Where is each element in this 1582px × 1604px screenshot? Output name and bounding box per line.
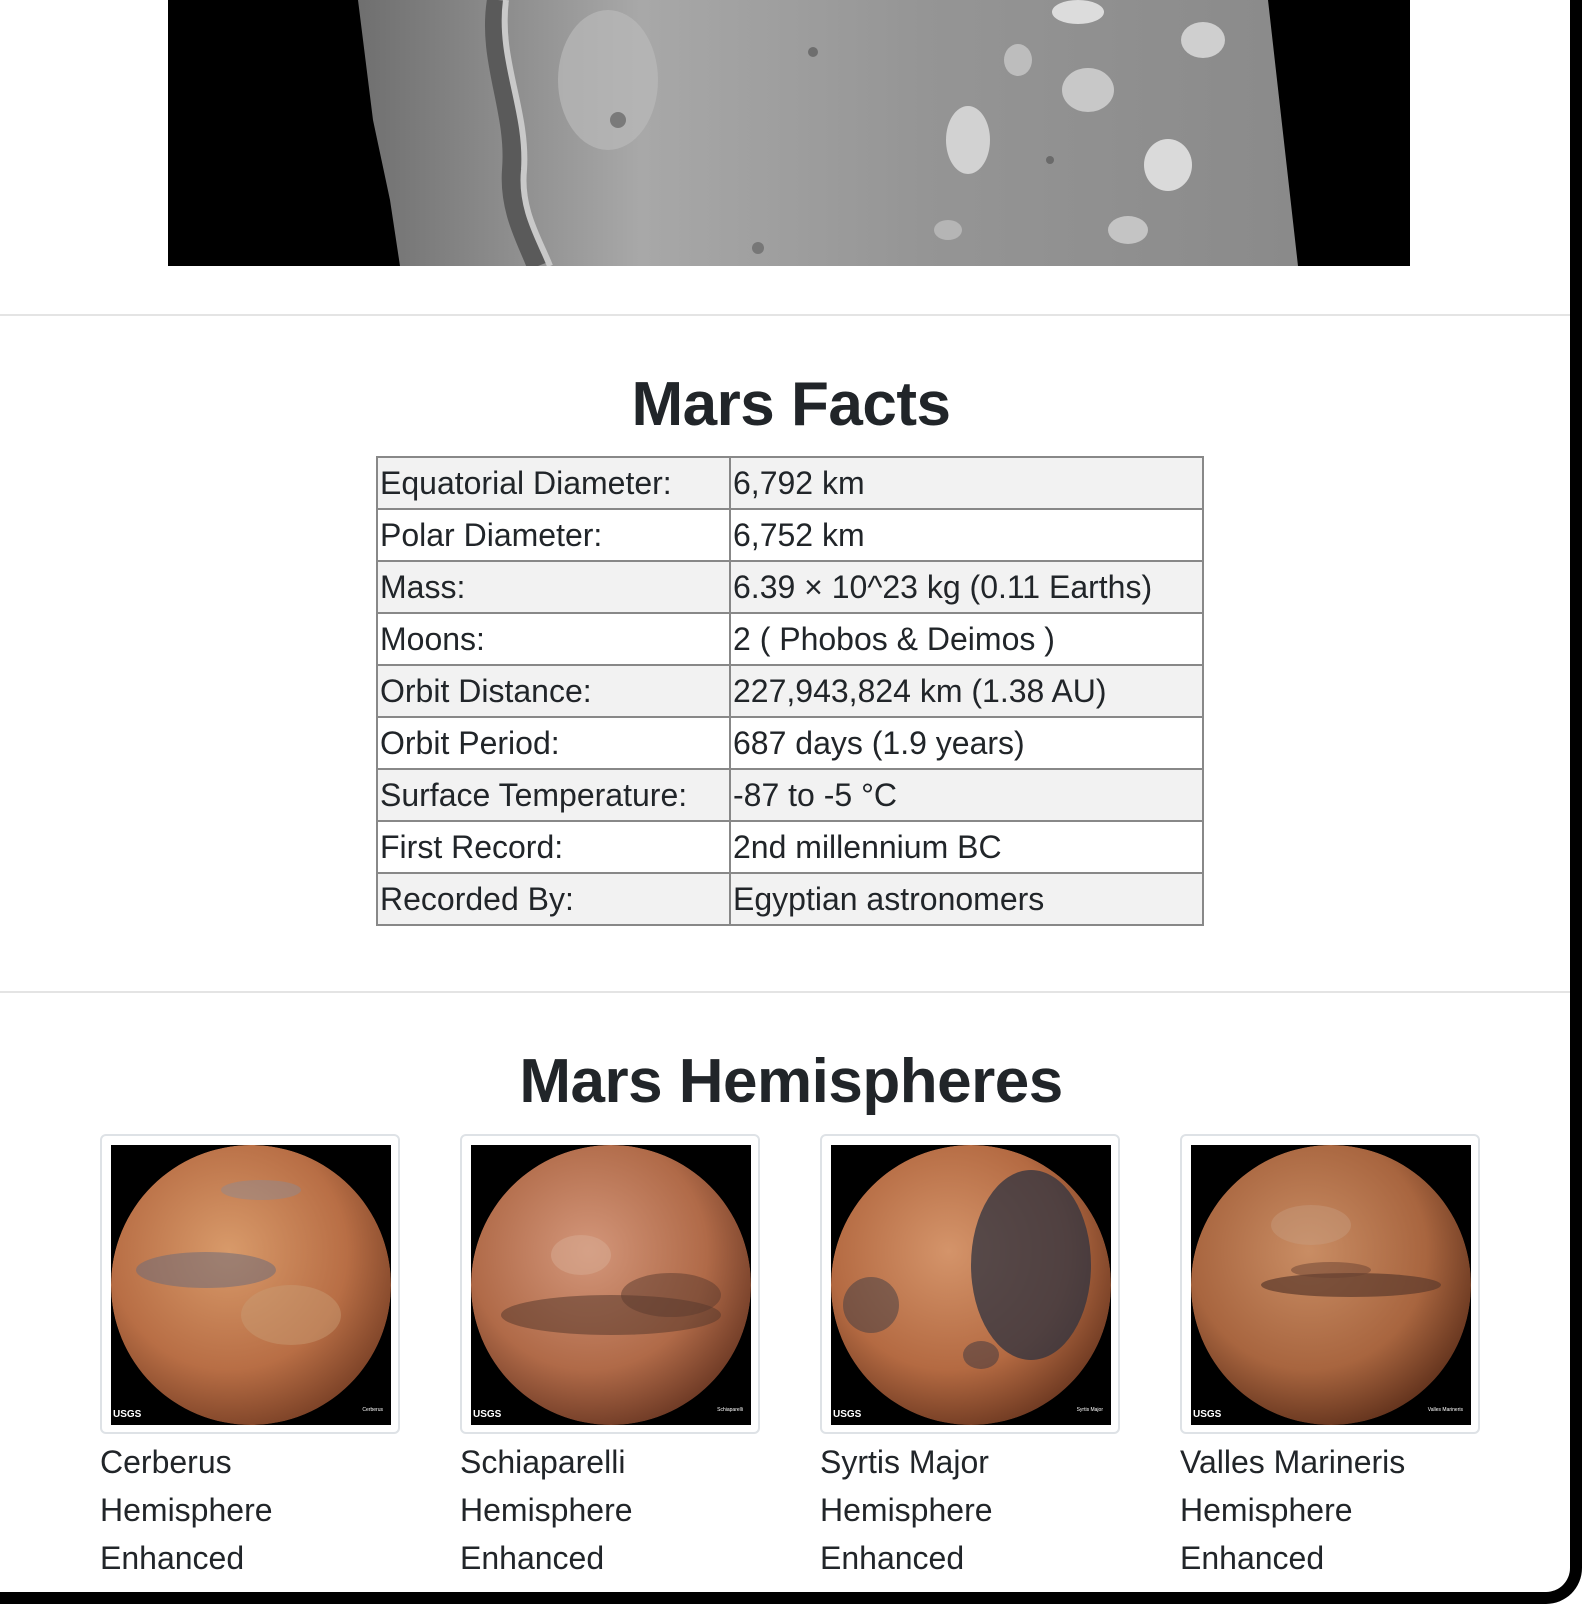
hemisphere-title-line: Enhanced — [100, 1540, 245, 1576]
featured-image — [168, 0, 1410, 266]
facts-table: Equatorial Diameter: 6,792 km Polar Diamet… — [376, 456, 1204, 926]
fact-label: Orbit Distance: — [376, 664, 731, 718]
fact-label: Orbit Period: — [376, 716, 731, 770]
hemisphere-title[interactable]: Syrtis Major Hemisphere Enhanced — [820, 1438, 1120, 1582]
hemisphere-title[interactable]: Schiaparelli Hemisphere Enhanced — [460, 1438, 760, 1582]
table-row: Moons: 2 ( Phobos & Deimos ) — [376, 612, 1204, 666]
fact-value: 687 days (1.9 years) — [729, 716, 1204, 770]
hemisphere-title-line: Enhanced — [820, 1540, 965, 1576]
hemisphere-card[interactable]: USGS Schiaparelli Schiaparelli Hemisphere… — [460, 1134, 760, 1582]
fact-value: Egyptian astronomers — [729, 872, 1204, 926]
fact-label: Polar Diameter: — [376, 508, 731, 562]
fact-label: Moons: — [376, 612, 731, 666]
hemisphere-title-line: Valles Marineris — [1180, 1444, 1406, 1480]
fact-value: 2nd millennium BC — [729, 820, 1204, 874]
usgs-credit: USGS — [1193, 1409, 1222, 1420]
table-row: Surface Temperature: -87 to -5 °C — [376, 768, 1204, 822]
hemispheres-title: Mars Hemispheres — [519, 1047, 1063, 1116]
fact-value: 2 ( Phobos & Deimos ) — [729, 612, 1204, 666]
hemisphere-card[interactable]: USGS Valles Marineris Valles Marineris He… — [1180, 1134, 1480, 1582]
hemisphere-title-line: Hemisphere — [460, 1492, 633, 1528]
hemisphere-title-line: Cerberus — [100, 1444, 232, 1480]
hemisphere-title-line: Hemisphere — [100, 1492, 273, 1528]
table-row: Orbit Period: 687 days (1.9 years) — [376, 716, 1204, 770]
hemisphere-card[interactable]: USGS Cerberus Cerberus Hemisphere Enhanced — [100, 1134, 400, 1582]
fact-value: 6,752 km — [729, 508, 1204, 562]
table-row: Orbit Distance: 227,943,824 km (1.38 AU) — [376, 664, 1204, 718]
fact-label: First Record: — [376, 820, 731, 874]
hemisphere-title-line: Hemisphere — [1180, 1492, 1353, 1528]
hemisphere-thumbnail[interactable]: USGS Syrtis Major — [820, 1134, 1120, 1434]
fact-label: Mass: — [376, 560, 731, 614]
hemisphere-thumbnail[interactable]: USGS Valles Marineris — [1180, 1134, 1480, 1434]
image-label: Valles Marineris — [1428, 1407, 1464, 1413]
table-row: First Record: 2nd millennium BC — [376, 820, 1204, 874]
usgs-credit: USGS — [113, 1409, 142, 1420]
fact-label: Recorded By: — [376, 872, 731, 926]
hemisphere-title[interactable]: Valles Marineris Hemisphere Enhanced — [1180, 1438, 1480, 1582]
fact-value: -87 to -5 °C — [729, 768, 1204, 822]
usgs-credit: USGS — [473, 1409, 502, 1420]
hemisphere-title-line: Enhanced — [460, 1540, 605, 1576]
hemisphere-title[interactable]: Cerberus Hemisphere Enhanced — [100, 1438, 400, 1582]
hemisphere-title-line: Schiaparelli — [460, 1444, 626, 1480]
table-row: Recorded By: Egyptian astronomers — [376, 872, 1204, 926]
hemisphere-title-line: Syrtis Major — [820, 1444, 989, 1480]
hemisphere-thumbnail[interactable]: USGS Cerberus — [100, 1134, 400, 1434]
usgs-credit: USGS — [833, 1409, 862, 1420]
facts-title: Mars Facts — [631, 370, 951, 439]
hemisphere-card[interactable]: USGS Syrtis Major Syrtis Major Hemisphere… — [820, 1134, 1120, 1582]
image-label: Syrtis Major — [1077, 1407, 1104, 1413]
table-row: Mass: 6.39 × 10^23 kg (0.11 Earths) — [376, 560, 1204, 614]
image-label: Schiaparelli — [717, 1407, 743, 1413]
fact-label: Equatorial Diameter: — [376, 456, 731, 510]
table-row: Equatorial Diameter: 6,792 km — [376, 456, 1204, 510]
image-label: Cerberus — [362, 1407, 383, 1413]
fact-value: 227,943,824 km (1.38 AU) — [729, 664, 1204, 718]
hemisphere-title-line: Enhanced — [1180, 1540, 1325, 1576]
fact-value: 6.39 × 10^23 kg (0.11 Earths) — [729, 560, 1204, 614]
table-row: Polar Diameter: 6,752 km — [376, 508, 1204, 562]
section-divider — [0, 991, 1582, 993]
hemisphere-title-line: Hemisphere — [820, 1492, 993, 1528]
hemisphere-thumbnail[interactable]: USGS Schiaparelli — [460, 1134, 760, 1434]
fact-value: 6,792 km — [729, 456, 1204, 510]
fact-label: Surface Temperature: — [376, 768, 731, 822]
section-divider — [0, 314, 1582, 316]
